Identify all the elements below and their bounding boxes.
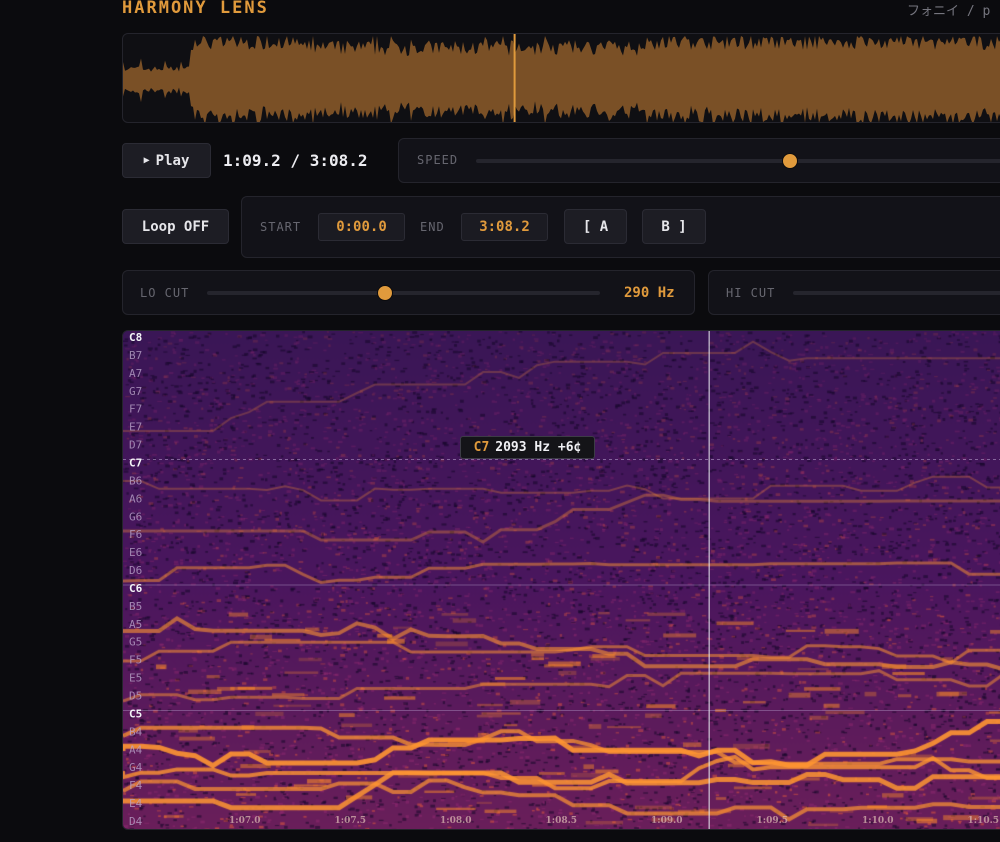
- pitch-tooltip: C7 2093 Hz +6¢: [460, 436, 595, 459]
- play-button[interactable]: ▶ Play: [122, 143, 211, 178]
- time-tick-label: 1:10.0: [862, 816, 894, 826]
- note-label-c5: C5: [129, 707, 142, 720]
- loop-start-label: START: [260, 220, 302, 234]
- play-button-label: Play: [155, 152, 190, 169]
- note-label-c8: C8: [129, 331, 142, 344]
- loop-toggle-button[interactable]: Loop OFF: [122, 209, 229, 244]
- note-label-a4: A4: [129, 743, 143, 756]
- tooltip-reading: 2093 Hz +6¢: [495, 440, 582, 455]
- note-label-f6: F6: [129, 528, 142, 541]
- note-label-b4: B4: [129, 725, 143, 738]
- note-label-c6: C6: [129, 582, 143, 595]
- hi-cut-slider-track[interactable]: [793, 291, 1000, 295]
- note-label-b7: B7: [129, 349, 142, 362]
- note-label-g6: G6: [129, 510, 142, 523]
- note-label-e7: E7: [129, 421, 142, 434]
- note-label-a7: A7: [129, 367, 142, 380]
- note-label-g7: G7: [129, 385, 142, 398]
- time-readout: 1:09.2 / 3:08.2: [223, 151, 368, 170]
- note-label-f5: F5: [129, 654, 142, 667]
- lo-cut-label: LO CUT: [140, 286, 190, 300]
- note-label-f7: F7: [129, 403, 142, 416]
- note-label-f4: F4: [129, 779, 143, 792]
- hi-cut-control: HI CUT: [708, 270, 1000, 315]
- set-loop-a-button[interactable]: [ A: [564, 209, 627, 244]
- app-title: HARMONY LENS: [122, 0, 269, 18]
- time-tick-label: 1:08.0: [440, 816, 472, 826]
- time-tick-label: 1:07.5: [335, 816, 367, 826]
- spectrogram-view[interactable]: C8 B7 A7 G7 F7 E7 D7 C7 B6 A6 G6 F6 E6 D6 C6 B5 A5 G5 F5 E5…: [122, 330, 1000, 830]
- loop-range-panel: START 0:00.0 END 3:08.2 [ A B ]: [241, 196, 1000, 258]
- waveform-svg: [123, 34, 1000, 122]
- note-label-a6: A6: [129, 492, 142, 505]
- time-tick-label: 1:09.5: [757, 816, 789, 826]
- speed-label: SPEED: [417, 153, 459, 167]
- set-loop-b-button[interactable]: B ]: [642, 209, 706, 244]
- waveform-shape: [123, 36, 1000, 122]
- note-label-d6: D6: [129, 564, 142, 577]
- note-label-d5: D5: [129, 690, 142, 703]
- note-label-e6: E6: [129, 546, 142, 559]
- time-tick-label: 1:07.0: [229, 816, 261, 826]
- speed-control: SPEED: [398, 138, 1000, 183]
- spectrogram-overlay: C8 B7 A7 G7 F7 E7 D7 C7 B6 A6 G6 F6 E6 D6 C6 B5 A5 G5 F5 E5…: [123, 331, 1000, 829]
- hi-cut-label: HI CUT: [726, 286, 776, 300]
- note-label-d7: D7: [129, 439, 142, 452]
- waveform-overview[interactable]: [122, 33, 1000, 123]
- note-label-c7: C7: [129, 456, 142, 469]
- lo-cut-slider-track[interactable]: [207, 291, 600, 295]
- lo-cut-value: 290 Hz: [624, 285, 675, 301]
- note-label-d4: D4: [129, 815, 143, 828]
- note-label-g4: G4: [129, 761, 143, 774]
- lo-cut-control: LO CUT 290 Hz: [122, 270, 695, 315]
- note-label-b6: B6: [129, 474, 142, 487]
- note-label-a5: A5: [129, 618, 142, 631]
- lo-cut-slider-thumb[interactable]: [376, 285, 393, 301]
- note-label-e4: E4: [129, 797, 143, 810]
- note-label-e5: E5: [129, 672, 142, 685]
- play-triangle-icon: ▶: [143, 155, 150, 166]
- breadcrumb: フォニイ / p: [907, 4, 991, 19]
- speed-slider-thumb[interactable]: [782, 153, 799, 169]
- speed-slider-track[interactable]: [476, 159, 1000, 163]
- time-tick-label: 1:10.5: [968, 816, 1000, 826]
- time-tick-label: 1:09.0: [651, 816, 683, 826]
- loop-start-field[interactable]: 0:00.0: [318, 213, 405, 241]
- time-tick-label: 1:08.5: [546, 816, 578, 826]
- loop-end-label: END: [420, 220, 445, 234]
- loop-end-field[interactable]: 3:08.2: [461, 213, 548, 241]
- loop-toggle-label: Loop OFF: [141, 218, 210, 235]
- note-label-g5: G5: [129, 636, 142, 649]
- tooltip-note: C7: [473, 440, 490, 455]
- note-label-b5: B5: [129, 600, 142, 613]
